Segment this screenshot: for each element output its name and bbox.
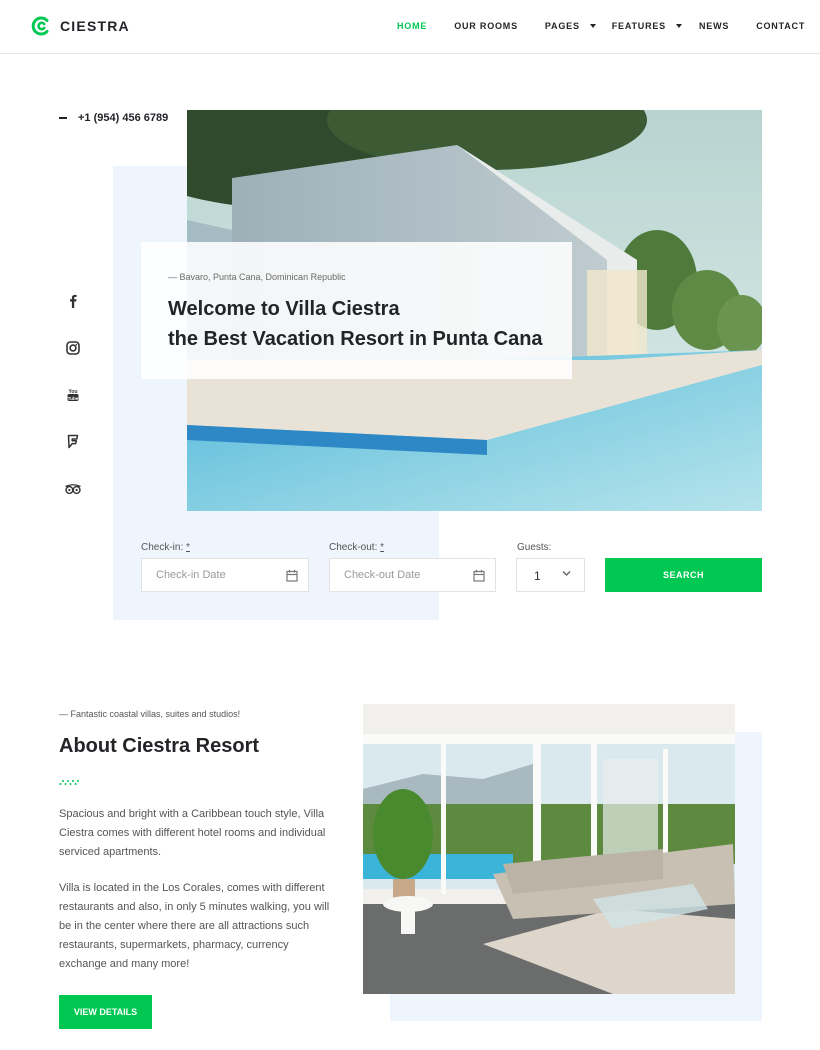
- search-button[interactable]: SEARCH: [605, 558, 762, 592]
- caret-down-icon: [675, 24, 682, 28]
- logo[interactable]: CIESTRA: [31, 15, 130, 37]
- site-header: CIESTRA HOME OUR ROOMS PAGES FEATURES NE…: [0, 0, 820, 54]
- facebook-icon[interactable]: [62, 290, 84, 312]
- view-details-button[interactable]: VIEW DETAILS: [59, 995, 152, 1029]
- nav-home[interactable]: HOME: [397, 21, 427, 31]
- dash-decoration: [59, 117, 67, 119]
- social-links: You Tube: [62, 290, 84, 525]
- guests-label: Guests:: [517, 542, 552, 553]
- dots-divider-icon: [59, 780, 79, 785]
- chevron-down-icon: [562, 571, 571, 576]
- svg-text:Tube: Tube: [68, 396, 79, 401]
- checkin-label: Check-in: *: [141, 542, 190, 553]
- nav-features-label: FEATURES: [611, 21, 666, 31]
- phone-text: +1 (954) 456 6789: [78, 112, 169, 124]
- logo-icon: [31, 16, 49, 36]
- about-paragraph-2: Villa is located in the Los Corales, com…: [59, 882, 330, 970]
- foursquare-icon[interactable]: [62, 431, 84, 453]
- nav-pages[interactable]: PAGES: [545, 21, 596, 31]
- hero-location: — Bavaro, Punta Cana, Dominican Republic: [168, 272, 346, 282]
- calendar-icon: [473, 569, 485, 582]
- hero-title: Welcome to Villa Ciestra the Best Vacati…: [168, 294, 543, 354]
- required-mark: *: [380, 542, 385, 553]
- about-image: [363, 704, 735, 994]
- checkout-date-input[interactable]: Check-out Date: [329, 558, 496, 592]
- hero-title-line-1: Welcome to Villa Ciestra: [168, 298, 400, 320]
- main-nav: HOME OUR ROOMS PAGES FEATURES NEWS CONTA…: [397, 21, 805, 31]
- nav-features[interactable]: FEATURES: [612, 21, 682, 31]
- nav-pages-label: PAGES: [544, 21, 580, 31]
- checkout-placeholder: Check-out Date: [344, 569, 421, 581]
- required-mark: *: [186, 542, 190, 553]
- nav-news[interactable]: NEWS: [699, 21, 729, 31]
- logo-text: CIESTRA: [60, 18, 130, 34]
- checkin-label-text: Check-in:: [141, 542, 184, 553]
- instagram-icon[interactable]: [62, 337, 84, 359]
- hero-card: — Bavaro, Punta Cana, Dominican Republic…: [141, 242, 572, 379]
- nav-news-label: NEWS: [698, 21, 730, 31]
- caret-down-icon: [589, 24, 596, 28]
- hero-title-line-2: the Best Vacation Resort in Punta Cana: [168, 328, 543, 350]
- checkin-date-input[interactable]: Check-in Date: [141, 558, 309, 592]
- calendar-icon: [286, 569, 298, 582]
- guests-value: 1: [534, 569, 541, 583]
- checkout-label: Check-out: *: [329, 542, 384, 553]
- youtube-icon[interactable]: You Tube: [62, 384, 84, 406]
- nav-our-rooms[interactable]: OUR ROOMS: [454, 21, 518, 31]
- nav-contact-label: CONTACT: [756, 21, 806, 31]
- guests-select[interactable]: 1: [516, 558, 585, 592]
- nav-home-label: HOME: [397, 21, 428, 31]
- nav-contact[interactable]: CONTACT: [756, 21, 805, 31]
- checkin-placeholder: Check-in Date: [156, 569, 226, 581]
- about-subtitle: — Fantastic coastal villas, suites and s…: [59, 709, 241, 719]
- tripadvisor-icon[interactable]: [62, 478, 84, 500]
- phone-number[interactable]: +1 (954) 456 6789: [59, 112, 168, 124]
- about-paragraph-1: Spacious and bright with a Caribbean tou…: [59, 808, 326, 858]
- checkout-label-text: Check-out:: [329, 542, 378, 553]
- about-title: About Ciestra Resort: [59, 735, 260, 757]
- nav-our-rooms-label: OUR ROOMS: [454, 21, 518, 31]
